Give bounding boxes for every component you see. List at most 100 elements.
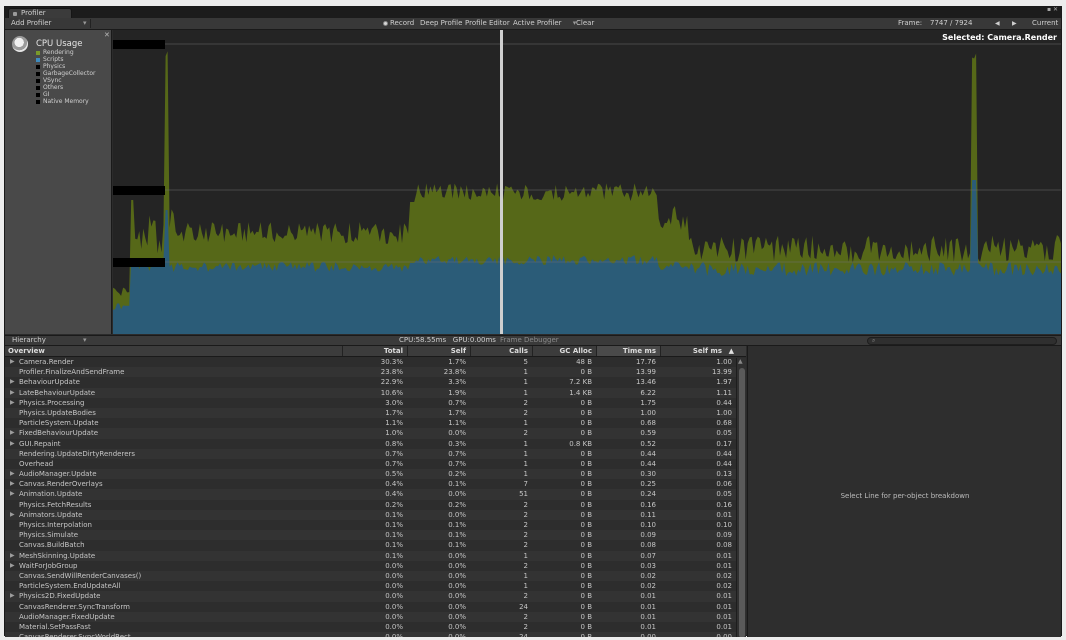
table-row[interactable]: Physics.Simulate 0.1% 0.1% 2 0 B 0.09 0.09 [5,530,746,541]
legend-item[interactable]: Others [36,84,95,91]
expand-arrow-icon[interactable]: ▶ [10,479,15,489]
cell-gc: 0 B [580,612,592,621]
expand-arrow-icon[interactable]: ▶ [10,357,15,367]
view-mode-dropdown[interactable]: Hierarchy ▾ [12,336,87,345]
table-row[interactable]: ▶ AudioManager.Update 0.5% 0.2% 1 0 B 0.30 0.13 [5,469,746,480]
column-header-time[interactable]: Time ms [596,346,660,356]
previous-frame-icon[interactable]: ◀ [995,18,1000,29]
table-row[interactable]: ▶ Physics2D.FixedUpdate 0.0% 0.0% 2 0 B 0.01 0.… [5,591,746,602]
search-input[interactable]: ⌕ [867,337,1057,345]
close-icon[interactable]: ✕ [104,31,110,39]
current-frame-button[interactable]: Current [1032,18,1058,29]
expand-arrow-icon[interactable]: ▶ [10,439,15,449]
legend-item[interactable]: Scripts [36,56,95,63]
table-row[interactable]: ▶ WaitForJobGroup 0.0% 0.0% 2 0 B 0.03 0.01 [5,560,746,571]
table-row[interactable]: Physics.FetchResults 0.2% 0.2% 2 0 B 0.16 0.16 [5,499,746,510]
table-row[interactable]: CanvasRenderer.SyncTransform 0.0% 0.0% 24 0 … [5,601,746,612]
cpu-usage-chart [113,30,1061,334]
tab-profiler[interactable]: Profiler [8,8,72,18]
expand-arrow-icon[interactable]: ▶ [10,388,15,398]
column-header-calls[interactable]: Calls [470,346,532,356]
column-header-selfms[interactable]: Self ms ▲ [660,346,736,356]
expand-arrow-icon[interactable]: ▶ [10,551,15,561]
legend-item[interactable]: Native Memory [36,98,95,105]
cell-gc: 0 B [580,449,592,458]
expand-arrow-icon[interactable]: ▶ [10,398,15,408]
expand-arrow-icon[interactable]: ▶ [10,510,15,520]
expand-arrow-icon[interactable]: ▶ [10,489,15,499]
object-breakdown-panel: Select Line for per-object breakdown [747,346,1061,637]
table-row[interactable]: ▶ Canvas.RenderOverlays 0.4% 0.1% 7 0 B 0.25 0.… [5,479,746,490]
frame-cursor[interactable] [500,30,503,334]
legend-item[interactable]: Rendering [36,49,95,56]
active-profiler-dropdown[interactable]: Active Profiler ▾ [513,18,576,29]
add-profiler-dropdown[interactable]: Add Profiler ▾ [11,18,87,29]
scroll-up-icon[interactable]: ▲ [738,358,743,365]
cpu-usage-graph[interactable]: Selected: Camera.Render [113,30,1061,334]
table-row[interactable]: Overhead 0.7% 0.7% 1 0 B 0.44 0.44 [5,458,746,470]
vertical-scrollbar[interactable]: ▲ [736,358,746,637]
cell-gc: 0 B [580,571,592,580]
table-row[interactable]: Material.SetPassFast 0.0% 0.0% 2 0 B 0.01 0.01 [5,621,746,633]
legend-item[interactable]: GI [36,91,95,98]
cell-selfms: 0.01 [716,551,732,560]
table-row[interactable]: ▶ Animation.Update 0.4% 0.0% 51 0 B 0.24 0.05 [5,489,746,500]
scale-label-redacted [113,40,165,49]
cell-calls: 2 [523,531,528,540]
window-controls[interactable]: ▪ ✕ [1047,7,1058,13]
scrollbar-thumb[interactable] [739,368,745,637]
expand-arrow-icon[interactable]: ▶ [10,428,15,438]
deep-profile-button[interactable]: Deep Profile [420,18,462,29]
table-row[interactable]: ParticleSystem.EndUpdateAll 0.0% 0.0% 1 0 B 0… [5,581,746,592]
column-header-self[interactable]: Self [407,346,470,356]
table-row[interactable]: ▶ MeshSkinning.Update 0.1% 0.0% 1 0 B 0.07 0.01 [5,550,746,561]
next-frame-icon[interactable]: ▶ [1012,18,1017,29]
table-row[interactable]: ▶ BehaviourUpdate 22.9% 3.3% 1 7.2 KB 13.46 1.9… [5,377,746,388]
column-header-gc[interactable]: GC Alloc [532,346,596,356]
cell-time: 0.10 [640,521,656,529]
table-row[interactable]: ▶ FixedBehaviourUpdate 1.0% 0.0% 2 0 B 0.59 0.0… [5,428,746,439]
table-row[interactable]: ▶ Physics.Processing 3.0% 0.7% 2 0 B 1.75 0.44 [5,397,746,408]
cell-calls: 1 [523,378,528,387]
expand-arrow-icon[interactable]: ▶ [10,469,15,479]
frame-debugger-button[interactable]: Frame Debugger [500,336,559,345]
clear-button[interactable]: Clear [576,18,594,29]
profile-editor-button[interactable]: Profile Editor [465,18,510,29]
legend-item[interactable]: Physics [36,63,95,70]
table-row[interactable]: Physics.Interpolation 0.1% 0.1% 2 0 B 0.10 0.1… [5,520,746,531]
table-row[interactable]: Canvas.SendWillRenderCanvases() 0.0% 0.0% 1… [5,570,746,582]
cell-selfms: 0.02 [716,571,732,580]
table-row[interactable]: Rendering.UpdateDirtyRenderers 0.7% 0.7% 1 0… [5,448,746,459]
column-header-label: GC Alloc [559,347,593,355]
expand-arrow-icon[interactable]: ▶ [10,377,15,387]
cell-name: WaitForJobGroup [19,561,78,570]
table-row[interactable]: ▶ LateBehaviourUpdate 10.6% 1.9% 1 1.4 KB 6.22… [5,387,746,398]
column-header-total[interactable]: Total [342,346,407,356]
legend-item[interactable]: VSync [36,77,95,84]
cpu-usage-legend: CPU Usage ✕ Rendering Scripts Physics Garba… [5,30,112,334]
expand-arrow-icon[interactable]: ▶ [10,591,15,601]
cpu-gpu-time: CPU:58.55ms GPU:0.00ms [399,336,496,344]
cell-gc: 0 B [580,551,592,560]
record-button[interactable]: Record [383,18,414,29]
cell-calls: 2 [523,429,528,438]
table-row[interactable]: AudioManager.FixedUpdate 0.0% 0.0% 2 0 B 0.01… [5,611,746,622]
legend-swatch [36,57,40,62]
legend-item[interactable]: GarbageCollector [36,70,95,77]
cell-name: Canvas.RenderOverlays [19,480,103,489]
column-header-name[interactable]: Overview [8,346,342,356]
table-row[interactable]: Canvas.BuildBatch 0.1% 0.1% 2 0 B 0.08 0.08 [5,540,746,551]
table-row[interactable]: ▶ Animators.Update 0.1% 0.0% 2 0 B 0.11 0.01 [5,509,746,520]
cell-self: 3.3% [448,378,466,387]
table-row[interactable]: Profiler.FinalizeAndSendFrame 23.8% 23.8% 1… [5,367,746,378]
cell-calls: 1 [523,470,528,479]
table-row[interactable]: ParticleSystem.Update 1.1% 1.1% 1 0 B 0.68 0.6… [5,418,746,429]
table-row[interactable]: ▶ Camera.Render 30.3% 1.7% 5 48 B 17.76 1.00 [5,357,746,368]
table-row[interactable]: Physics.UpdateBodies 1.7% 1.7% 2 0 B 1.00 1.00 [5,407,746,419]
cell-self: 0.1% [448,480,466,489]
expand-arrow-icon[interactable]: ▶ [10,561,15,571]
column-header-label: Self [450,347,466,355]
table-row[interactable]: CanvasRenderer.SyncWorldRect0.0%0.0%240 … [5,632,746,637]
table-row[interactable]: ▶ GUI.Repaint 0.8% 0.3% 1 0.8 KB 0.52 0.17 [5,438,746,449]
scale-label-redacted [113,186,165,195]
